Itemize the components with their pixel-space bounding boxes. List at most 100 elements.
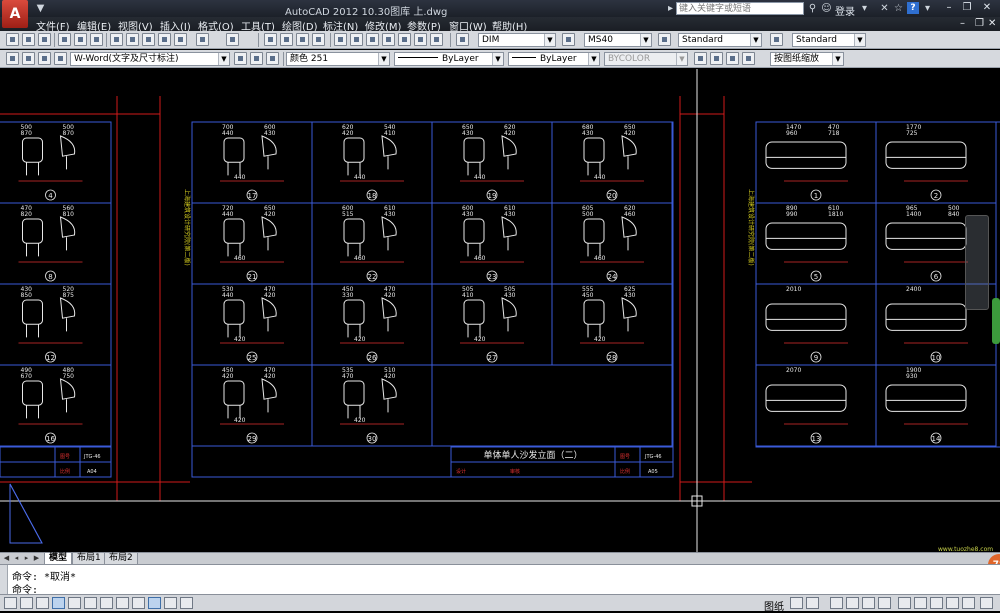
table-style-dropdown[interactable]: Standard ▼ — [678, 33, 762, 47]
command-line[interactable]: 命令: *取消* 命令: — [0, 564, 1000, 596]
quick-view-layouts-icon[interactable] — [790, 597, 803, 609]
lineweight-icon[interactable] — [164, 597, 177, 609]
lock-icon[interactable] — [54, 52, 67, 65]
table-style-icon[interactable] — [658, 33, 671, 46]
layer-states-icon[interactable] — [266, 52, 279, 65]
hardware-acceleration-icon[interactable] — [930, 597, 943, 609]
menu-restore-icon[interactable]: ❐ — [975, 18, 984, 29]
navigation-bar[interactable] — [965, 215, 989, 310]
redo-icon[interactable] — [226, 33, 239, 46]
login-link[interactable]: 登录 — [835, 3, 855, 18]
sheet-set-icon[interactable] — [382, 33, 395, 46]
last-tab-icon[interactable]: ▶ — [32, 554, 41, 563]
plot-icon[interactable] — [58, 33, 71, 46]
tool-palettes-icon[interactable] — [366, 33, 379, 46]
minimize-icon[interactable]: – — [942, 2, 956, 14]
lineweight-dropdown[interactable]: ByLayer ▼ — [508, 52, 600, 66]
dynamic-input-icon[interactable] — [148, 597, 161, 609]
ortho-mode-icon[interactable] — [52, 597, 65, 609]
zoom-previous-icon[interactable] — [312, 33, 325, 46]
polar-tracking-icon[interactable] — [68, 597, 81, 609]
publish-icon[interactable] — [90, 33, 103, 46]
zoom-status-icon[interactable] — [846, 597, 859, 609]
match-properties-icon[interactable] — [158, 33, 171, 46]
design-center-icon[interactable] — [350, 33, 363, 46]
quick-properties-icon[interactable] — [180, 597, 193, 609]
next-tab-icon[interactable]: ▸ — [22, 554, 31, 563]
color-dropdown[interactable]: 颜色 251 ▼ — [286, 52, 390, 66]
steering-wheel-icon[interactable] — [862, 597, 875, 609]
close-icon[interactable]: ✕ — [980, 2, 994, 14]
quick-view-drawings-icon[interactable] — [806, 597, 819, 609]
sun-icon[interactable] — [38, 52, 51, 65]
clean-screen-icon[interactable] — [980, 597, 993, 609]
pan-icon[interactable] — [264, 33, 277, 46]
viewport-clip-icon[interactable] — [710, 52, 723, 65]
undo-icon[interactable] — [196, 33, 209, 46]
zoom-window-icon[interactable] — [296, 33, 309, 46]
showmotion-icon[interactable] — [878, 597, 891, 609]
cut-icon[interactable] — [110, 33, 123, 46]
search-icon[interactable]: ⚲ — [806, 2, 819, 15]
make-current-layer-icon[interactable] — [234, 52, 247, 65]
layer-previous-icon[interactable] — [250, 52, 263, 65]
copy-icon[interactable] — [126, 33, 139, 46]
workspace-icon[interactable] — [898, 597, 911, 609]
viewport-scale-dropdown[interactable]: 按图纸缩放 ▼ — [770, 52, 844, 66]
drawing-canvas[interactable]: 700 440 600 430 440 17 620 420 540 410 440 18 650 430… — [0, 69, 1000, 552]
layer-manager-icon[interactable] — [6, 52, 19, 65]
text-style-dropdown[interactable]: DIM ▼ — [478, 33, 556, 47]
zoom-realtime-icon[interactable] — [280, 33, 293, 46]
quick-access-chevron-icon[interactable]: ▼ — [34, 2, 47, 15]
help-dropdown-icon[interactable]: ▾ — [921, 2, 934, 15]
object-snap-icon[interactable] — [84, 597, 97, 609]
drawing-svg[interactable]: 7004406004304401762042054041044018650430… — [0, 69, 1000, 552]
isolate-objects-icon[interactable] — [946, 597, 959, 609]
dim-style-icon[interactable] — [562, 33, 575, 46]
dynamic-ucs-icon[interactable] — [132, 597, 145, 609]
properties-icon[interactable] — [334, 33, 347, 46]
toolbar-lock-icon[interactable] — [914, 597, 927, 609]
plot-preview-icon[interactable] — [74, 33, 87, 46]
text-style-icon[interactable] — [456, 33, 469, 46]
linetype-dropdown[interactable]: ByLayer ▼ — [394, 52, 504, 66]
object-snap-tracking-icon[interactable] — [116, 597, 129, 609]
infer-constraints-icon[interactable] — [4, 597, 17, 609]
login-dropdown-icon[interactable]: ▾ — [858, 2, 871, 15]
help-toolbar-icon[interactable] — [430, 33, 443, 46]
multileader-style-dropdown[interactable]: Standard ▼ — [792, 33, 866, 47]
markup-icon[interactable] — [398, 33, 411, 46]
help-icon[interactable]: ? — [907, 2, 919, 14]
snap-mode-icon[interactable] — [20, 597, 33, 609]
block-editor-icon[interactable] — [174, 33, 187, 46]
menu-close-icon[interactable]: ✕ — [988, 18, 996, 29]
layer-dropdown[interactable]: W-Word(文字及尺寸标注) ▼ — [70, 52, 230, 66]
viewport-poly-icon[interactable] — [726, 52, 739, 65]
scroll-knob[interactable] — [992, 298, 1000, 344]
grid-display-icon[interactable] — [36, 597, 49, 609]
paste-icon[interactable] — [142, 33, 155, 46]
pan-status-icon[interactable] — [830, 597, 843, 609]
dim-style-dropdown[interactable]: MS40 ▼ — [584, 33, 652, 47]
dimension-label: 430 — [582, 130, 594, 137]
3d-object-snap-icon[interactable] — [100, 597, 113, 609]
exchange-icon[interactable]: ✕ — [878, 2, 891, 15]
restore-icon[interactable]: ❐ — [960, 2, 974, 14]
quickcalc-icon[interactable] — [414, 33, 427, 46]
viewport-icon[interactable] — [694, 52, 707, 65]
multileader-style-icon[interactable] — [770, 33, 783, 46]
prev-tab-icon[interactable]: ◂ — [12, 554, 21, 563]
user-icon[interactable]: ☺ — [820, 2, 833, 15]
viewport-convert-icon[interactable] — [742, 52, 755, 65]
save-icon[interactable] — [38, 33, 51, 46]
text-style-value: DIM — [482, 35, 500, 45]
status-menu-icon[interactable] — [962, 597, 975, 609]
menu-min-icon[interactable]: – — [960, 18, 965, 29]
search-input[interactable] — [676, 2, 804, 15]
star-icon[interactable]: ☆ — [892, 2, 905, 15]
first-tab-icon[interactable]: ◀ — [2, 554, 11, 563]
bulb-icon[interactable] — [22, 52, 35, 65]
autocad-logo-icon[interactable]: A — [2, 0, 28, 28]
new-icon[interactable] — [6, 33, 19, 46]
open-icon[interactable] — [22, 33, 35, 46]
